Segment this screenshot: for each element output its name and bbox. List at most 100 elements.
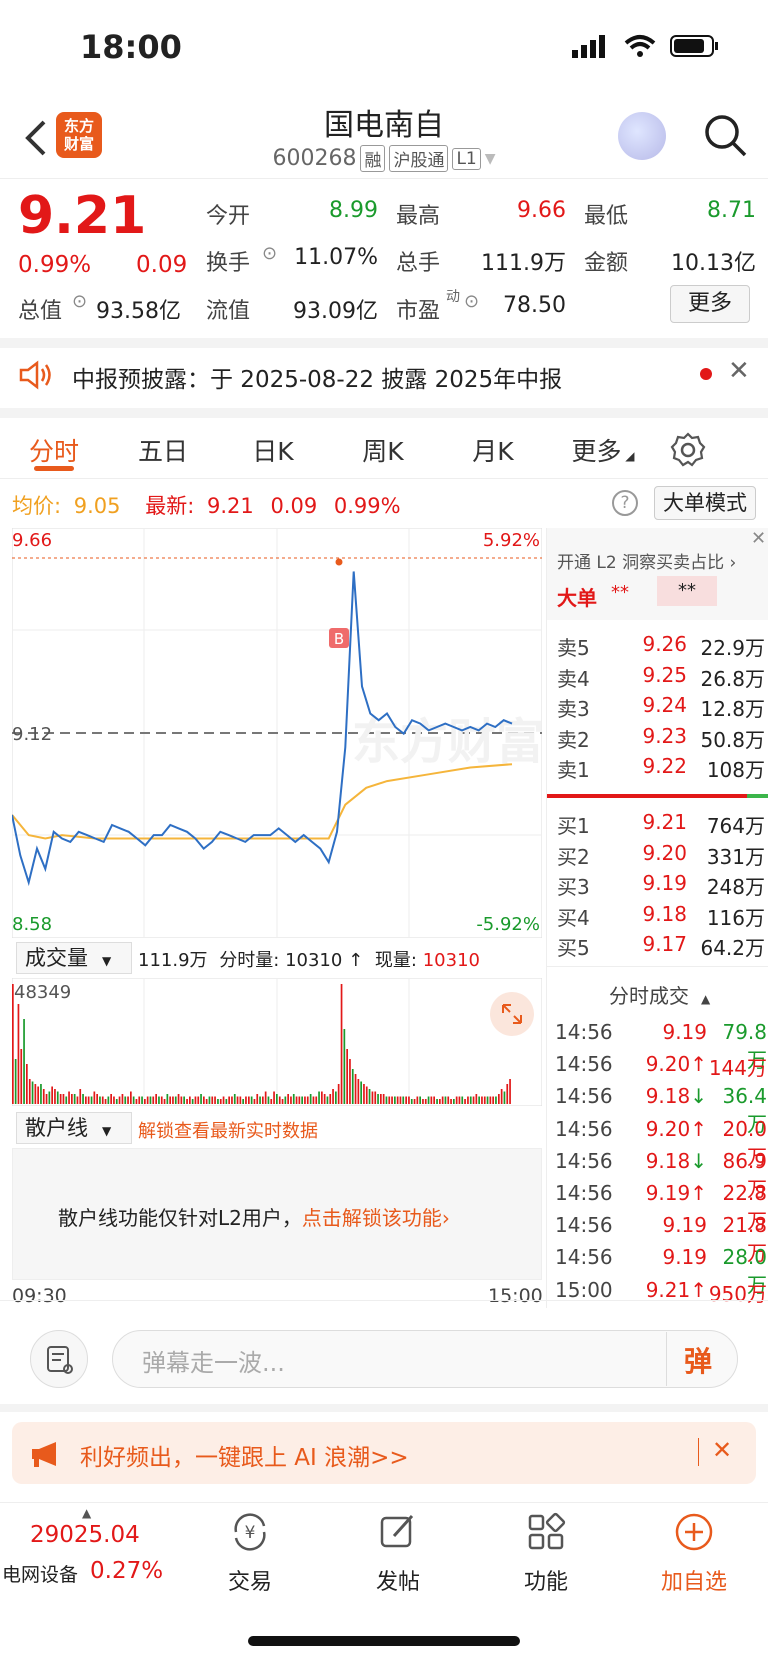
volume-bar: [453, 1099, 455, 1104]
trade-time: 14:56: [555, 1213, 613, 1238]
intraday-price-chart[interactable]: 东方财富 B 9.66 5.92% 9.12 8.58 -5.92%: [12, 528, 542, 938]
volume-bar: [495, 1096, 497, 1104]
open-value: 8.99: [329, 198, 378, 223]
promo-text[interactable]: 利好频出，一键跟上 AI 浪潮>>: [80, 1438, 409, 1472]
tab-daily-k[interactable]: 日K: [218, 432, 328, 468]
divider: [547, 966, 768, 967]
big-order-mode-button[interactable]: 大单模式: [654, 486, 756, 520]
volume-bar: [371, 1091, 374, 1104]
ai-assistant-avatar[interactable]: [618, 112, 666, 160]
grid-icon: [528, 1512, 566, 1550]
order-book-row[interactable]: 卖1 9.22 108万: [547, 754, 768, 786]
volume-bar: [335, 1091, 337, 1104]
tab-weekly-k[interactable]: 周K: [328, 432, 438, 468]
order-book-row[interactable]: 买2 9.20 331万: [547, 841, 768, 873]
volume-bar: [191, 1099, 194, 1104]
volume-bar: [149, 1096, 152, 1104]
tab-monthly-k[interactable]: 月K: [438, 432, 548, 468]
volume-chart[interactable]: 48349: [12, 978, 542, 1106]
volume-bar: [71, 1094, 73, 1104]
home-indicator: [248, 1636, 520, 1646]
danmu-toggle-button[interactable]: 弹: [684, 1340, 712, 1380]
nav-trade[interactable]: ¥ 交易: [190, 1510, 310, 1596]
trade-price: 9.21↑: [645, 1277, 707, 1302]
volume-bar: [259, 1096, 261, 1104]
volume-bar: [96, 1094, 98, 1104]
retail-line-selector[interactable]: 散户线 ▼: [16, 1112, 132, 1144]
close-icon[interactable]: ✕: [751, 528, 766, 549]
tab-intraday[interactable]: 分时: [0, 432, 108, 468]
tab-five-day[interactable]: 五日: [108, 432, 218, 468]
volume-bar: [211, 1096, 214, 1104]
order-book-row[interactable]: 卖2 9.23 50.8万: [547, 724, 768, 756]
close-icon[interactable]: ✕: [728, 356, 750, 386]
unlock-tip[interactable]: 解锁查看最新实时数据: [138, 1117, 318, 1143]
order-book-row[interactable]: 买4 9.18 116万: [547, 902, 768, 934]
tab-more[interactable]: 更多 ◢: [548, 432, 658, 468]
trade-volume: 22.8万: [722, 1181, 767, 1233]
volume-selector[interactable]: 成交量 ▼: [16, 942, 132, 974]
level-label: 卖4: [557, 666, 590, 691]
level-price: 9.17: [642, 932, 687, 956]
volume-bar: [239, 1096, 242, 1104]
nav-add-watchlist[interactable]: 加自选: [634, 1510, 754, 1596]
info-icon[interactable]: ⊙: [464, 291, 479, 312]
volume-bar: [281, 1099, 284, 1104]
trade-price: 9.19: [662, 1020, 707, 1044]
index-value[interactable]: 29025.04: [30, 1522, 140, 1548]
volume-bar: [160, 1096, 163, 1104]
note-icon[interactable]: [30, 1330, 88, 1388]
settings-gear-icon[interactable]: [668, 430, 708, 470]
big-order-masked-box: **: [657, 576, 717, 606]
pe-superscript: 动: [446, 289, 460, 305]
order-book-row[interactable]: 卖3 9.24 12.8万: [547, 693, 768, 725]
market-cap-value: 93.58亿: [96, 299, 181, 324]
index-name[interactable]: 电网设备: [2, 1560, 78, 1587]
high-label: 最高: [396, 204, 441, 229]
volume-bar: [447, 1096, 450, 1104]
volume-bar: [408, 1096, 410, 1104]
volume-bar: [59, 1094, 62, 1104]
notice-text[interactable]: 中报预披露：于 2025-08-22 披露 2025年中报: [72, 360, 562, 394]
divider: [0, 1404, 768, 1412]
trade-time: 15:00: [555, 1277, 613, 1302]
search-icon[interactable]: [702, 112, 748, 158]
order-book-row[interactable]: 卖5 9.26 22.9万: [547, 632, 768, 664]
expand-button[interactable]: [490, 992, 534, 1036]
trade-volume: 21.8万: [722, 1213, 767, 1266]
trades-title[interactable]: 分时成交 ▲: [609, 980, 710, 1009]
volume-bar: [321, 1091, 323, 1104]
volume-bar: [394, 1096, 396, 1104]
trade-row: 14:56 9.19 79.8万: [547, 1020, 768, 1072]
l2-tip[interactable]: 开通 L2 洞察买卖占比 ›: [557, 548, 736, 573]
volume-bar: [127, 1096, 129, 1104]
volume-bar: [337, 1084, 340, 1104]
volume-bar: [79, 1089, 82, 1104]
info-icon[interactable]: ⊙: [72, 291, 87, 312]
volume-bar: [222, 1096, 225, 1104]
price-line: [12, 571, 513, 887]
nav-functions[interactable]: 功能: [486, 1510, 606, 1596]
index-pct[interactable]: 0.27%: [90, 1558, 163, 1584]
info-icon[interactable]: ⊙: [262, 243, 277, 264]
volume-bar: [183, 1096, 185, 1104]
close-icon[interactable]: ✕: [712, 1436, 732, 1464]
volume-bar: [458, 1096, 461, 1104]
volume-bar: [323, 1094, 326, 1104]
order-book-row[interactable]: 卖4 9.25 26.8万: [547, 663, 768, 695]
order-book-row[interactable]: 买3 9.19 248万: [547, 871, 768, 903]
order-book-row[interactable]: 买1 9.21 764万: [547, 810, 768, 842]
yen-exchange-icon: ¥: [234, 1513, 266, 1551]
retail-line-msg: 散户线功能仅针对L2用户，点击解锁该功能›: [58, 1206, 450, 1230]
help-icon[interactable]: ?: [612, 490, 638, 516]
level-label: 买3: [557, 875, 590, 899]
order-book-row[interactable]: 买5 9.17 64.2万: [547, 932, 768, 964]
volume-bar: [439, 1099, 441, 1104]
volume-bar: [402, 1096, 405, 1104]
volume-bar: [115, 1099, 118, 1104]
unlock-link[interactable]: 点击解锁该功能: [302, 1206, 442, 1230]
more-button[interactable]: 更多: [670, 285, 750, 323]
level-label: 买5: [557, 936, 590, 960]
nav-post[interactable]: 发帖: [338, 1510, 458, 1596]
volume-bar: [26, 1064, 28, 1104]
